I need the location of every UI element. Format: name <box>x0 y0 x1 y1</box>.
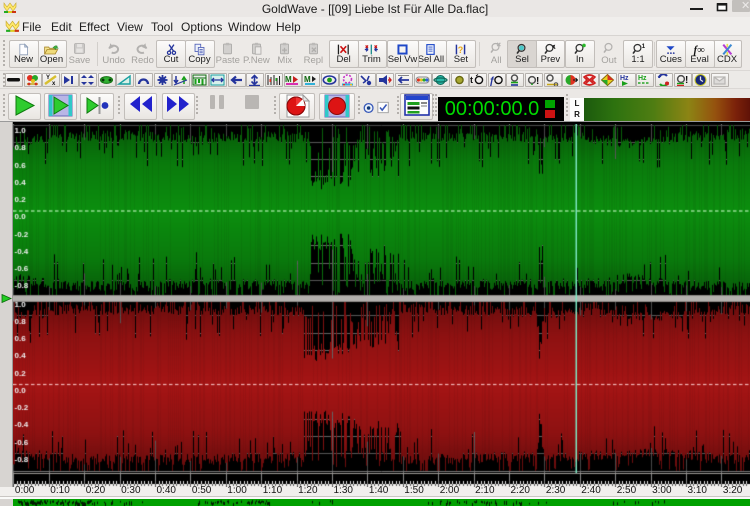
svg-text:Hz: Hz <box>638 75 647 82</box>
svg-text:t: t <box>470 75 473 85</box>
svg-text:x: x <box>52 81 56 86</box>
svg-text:Y: Y <box>46 75 50 81</box>
svg-text:M: M <box>285 75 292 84</box>
svg-text:M: M <box>304 75 311 84</box>
svg-text:1: 1 <box>641 43 645 50</box>
svg-text:!: ! <box>536 76 539 86</box>
svg-text:Hz: Hz <box>620 75 629 82</box>
svg-text:ƒ: ƒ <box>489 76 495 86</box>
svg-text:!: ! <box>685 75 688 86</box>
